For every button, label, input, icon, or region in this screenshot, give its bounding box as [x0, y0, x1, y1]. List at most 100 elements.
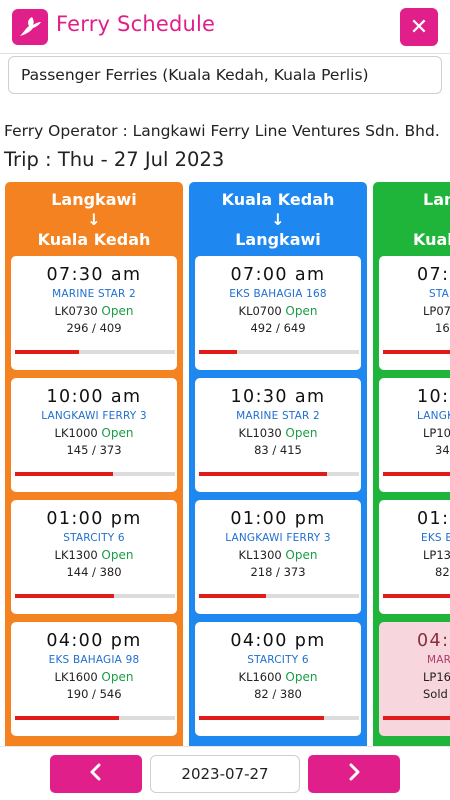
seat-count: 16	[435, 321, 450, 335]
seat-count: 83 / 415	[254, 443, 302, 457]
capacity-bar	[15, 716, 175, 720]
route-to: Kuala Kedah	[37, 230, 151, 249]
arrow-down-icon	[423, 210, 450, 230]
seat-count: 34	[435, 443, 450, 457]
departure-time: 10:00 am	[46, 387, 142, 407]
trip-code: KL1030	[238, 426, 282, 440]
trip-card[interactable]: 10:00 am LANGKAWI FERRY 3 LK1000 Open 14…	[11, 378, 177, 492]
bird-icon	[12, 9, 48, 45]
route-header: Langkawi ↓ Kuala Kedah	[5, 182, 183, 254]
trip-status: Open	[285, 426, 318, 440]
trip-code: KL1600	[238, 670, 282, 684]
departure-time: 07:30 am	[46, 265, 142, 285]
capacity-bar	[199, 594, 359, 598]
trip-code: KL0700	[238, 304, 282, 318]
trip-code: LK1000	[54, 426, 98, 440]
trip-status: Open	[101, 304, 134, 318]
route-header: Kuala Kedah ↓ Langkawi	[189, 182, 367, 254]
capacity-bar	[383, 350, 450, 354]
departure-time: 01:00 pm	[46, 509, 142, 529]
seat-count: 145 / 373	[66, 443, 122, 457]
departure-time: 04:3	[417, 631, 450, 651]
vessel-name: EKS B	[421, 532, 450, 544]
trip-code: LK0730	[54, 304, 98, 318]
trip-code: KL1300	[238, 548, 282, 562]
seat-count: 82	[435, 565, 450, 579]
route-column-kuala-kedah-langkawi: Kuala Kedah ↓ Langkawi 07:00 am EKS BAHA…	[189, 182, 367, 746]
capacity-bar	[199, 716, 359, 720]
trip-card[interactable]: 04:00 pm EKS BAHAGIA 98 LK1600 Open 190 …	[11, 622, 177, 736]
app-header: Ferry Schedule ✕	[0, 0, 450, 54]
capacity-bar	[15, 472, 175, 476]
seat-count: 190 / 546	[66, 687, 122, 701]
vessel-name: MARINE STAR 2	[236, 410, 320, 422]
trip-code: LK1600	[54, 670, 98, 684]
vessel-name: EKS BAHAGIA 98	[48, 654, 140, 666]
route-from: Langkawi	[51, 190, 137, 209]
route-from: Lan	[423, 190, 450, 209]
trip-card[interactable]: 01:00 pm STARCITY 6 LK1300 Open 144 / 38…	[11, 500, 177, 614]
trip-card[interactable]: 01:00 pm LANGKAWI FERRY 3 KL1300 Open 21…	[195, 500, 361, 614]
chevron-left-icon	[89, 763, 103, 786]
date-input[interactable]: 2023-07-27	[150, 755, 300, 793]
vessel-name: MARI	[427, 654, 450, 666]
trip-date: Trip : Thu - 27 Jul 2023	[4, 148, 225, 171]
seat-count: 82 / 380	[254, 687, 302, 701]
trip-card-sold-out[interactable]: 04:3 MARI LP163 Sold	[379, 622, 450, 736]
route-to: Langkawi	[235, 230, 321, 249]
vessel-name: STA	[429, 288, 450, 300]
trip-code: LP13	[423, 548, 450, 562]
trip-status: Open	[101, 426, 134, 440]
capacity-bar	[199, 472, 359, 476]
trip-card[interactable]: 10:30 am MARINE STAR 2 KL1030 Open 83 / …	[195, 378, 361, 492]
capacity-bar	[15, 350, 175, 354]
app-title: Ferry Schedule	[56, 12, 216, 36]
trip-status: Open	[101, 548, 134, 562]
seat-count: 144 / 380	[66, 565, 122, 579]
route-column-langkawi-kuala-kedah: Langkawi ↓ Kuala Kedah 07:30 am MARINE S…	[5, 182, 183, 746]
route-header: Lan Kual	[373, 182, 450, 254]
close-button[interactable]: ✕	[400, 8, 438, 46]
seat-count: 492 / 649	[250, 321, 306, 335]
schedule-columns: Langkawi ↓ Kuala Kedah 07:30 am MARINE S…	[0, 180, 450, 746]
trip-status: Open	[285, 670, 318, 684]
capacity-bar	[199, 350, 359, 354]
trip-card[interactable]: 04:00 pm STARCITY 6 KL1600 Open 82 / 380	[195, 622, 361, 736]
vessel-name: LANGKAWI FERRY 3	[225, 532, 331, 544]
departure-time: 10:3	[417, 387, 450, 407]
ferry-operator: Ferry Operator : Langkawi Ferry Line Ven…	[4, 122, 440, 140]
capacity-bar	[15, 594, 175, 598]
chevron-right-icon	[347, 763, 361, 786]
trip-code: LP07	[423, 304, 450, 318]
arrow-down-icon: ↓	[271, 210, 285, 229]
date-navigation: 2023-07-27	[0, 746, 450, 800]
capacity-bar	[383, 716, 450, 720]
next-day-button[interactable]	[308, 755, 400, 793]
departure-time: 04:00 pm	[230, 631, 326, 651]
trip-code: LK1300	[54, 548, 98, 562]
trip-card[interactable]: 07:00 am EKS BAHAGIA 168 KL0700 Open 492…	[195, 256, 361, 370]
trip-status: Sold	[423, 687, 448, 701]
previous-day-button[interactable]	[50, 755, 142, 793]
trip-status: Open	[285, 304, 318, 318]
trip-code: LP163	[423, 670, 450, 684]
trip-code: LP10	[423, 426, 450, 440]
vessel-name: MARINE STAR 2	[52, 288, 136, 300]
route-to: Kual	[413, 230, 450, 249]
arrow-down-icon: ↓	[87, 210, 101, 229]
vessel-name: STARCITY 6	[63, 532, 125, 544]
capacity-bar	[383, 594, 450, 598]
route-select[interactable]: Passenger Ferries (Kuala Kedah, Kuala Pe…	[8, 56, 442, 94]
seat-count: 296 / 409	[66, 321, 122, 335]
trip-card[interactable]: 01:3 EKS B LP13 82	[379, 500, 450, 614]
seat-count: 218 / 373	[250, 565, 306, 579]
departure-time: 04:00 pm	[46, 631, 142, 651]
trip-card[interactable]: 07:30 am MARINE STAR 2 LK0730 Open 296 /…	[11, 256, 177, 370]
vessel-name: EKS BAHAGIA 168	[229, 288, 327, 300]
departure-time: 01:00 pm	[230, 509, 326, 529]
departure-time: 01:3	[417, 509, 450, 529]
trip-status: Open	[285, 548, 318, 562]
trip-card[interactable]: 10:3 LANGK LP10 34	[379, 378, 450, 492]
departure-time: 07:00 am	[230, 265, 326, 285]
trip-card[interactable]: 07:3 STA LP07 16	[379, 256, 450, 370]
